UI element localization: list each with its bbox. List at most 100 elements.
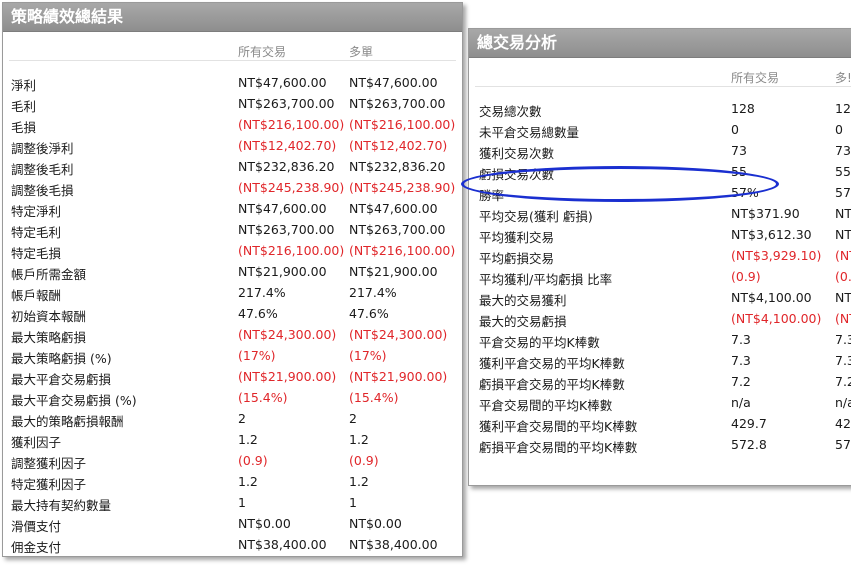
value-long: (0.9): [349, 453, 379, 468]
row-label: 虧損交易次數: [479, 167, 555, 182]
value-all-trades: 1: [238, 495, 246, 510]
value-long: NT$232,836.20: [349, 159, 446, 174]
row-label: 平均獲利交易: [479, 230, 555, 245]
column-header-all-trades: 所有交易: [238, 45, 287, 59]
value-long: 7.3: [835, 353, 851, 368]
row-label: 調整後淨利: [11, 141, 74, 156]
table-row: 初始資本報酬 47.6% 47.6%: [3, 303, 462, 324]
value-all-trades: 7.3: [731, 332, 751, 347]
table-row: 調整後毛利 NT$232,836.20 NT$232,836.20: [3, 156, 462, 177]
row-label: 虧損平倉交易間的平均K棒數: [479, 440, 638, 455]
row-label: 最大策略虧損: [11, 330, 87, 345]
row-label: 毛損: [11, 120, 37, 135]
table-row: 獲利因子 1.2 1.2: [3, 429, 462, 450]
column-header-long: 多!: [835, 71, 851, 85]
row-label: 虧損平倉交易的平均K棒數: [479, 377, 625, 392]
row-label: 滑價支付: [11, 519, 62, 534]
table-row: 最大平倉交易虧損 (%) (15.4%) (15.4%): [3, 387, 462, 408]
value-long: 1: [349, 495, 357, 510]
column-header-row: 所有交易 多!: [475, 58, 851, 87]
value-all-trades: 1.2: [238, 432, 258, 447]
value-long: 0: [835, 122, 843, 137]
value-long: (NT$12,402.70): [349, 138, 448, 153]
value-long: 57: [835, 437, 851, 452]
table-row: 帳戶所需金額 NT$21,900.00 NT$21,900.00: [3, 261, 462, 282]
value-all-trades: NT$47,600.00: [238, 75, 327, 90]
value-long: NT$0.00: [349, 516, 402, 531]
value-long: (NT$21,900.00): [349, 369, 448, 384]
row-label: 獲利因子: [11, 435, 62, 450]
value-all-trades: (NT$24,300.00): [238, 327, 337, 342]
value-all-trades: 7.2: [731, 374, 751, 389]
row-label: 帳戶所需金額: [11, 267, 87, 282]
row-label: 調整獲利因子: [11, 456, 87, 471]
value-all-trades: NT$3,612.30: [731, 227, 812, 242]
value-long: NT$263,700.00: [349, 222, 446, 237]
table-row: 最大的交易獲利 NT$4,100.00 NT: [469, 287, 851, 308]
panel-title: 總交易分析: [469, 29, 851, 58]
value-all-trades: NT$4,100.00: [731, 290, 812, 305]
value-long: (NT$24,300.00): [349, 327, 448, 342]
table-row: 獲利平倉交易間的平均K棒數 429.7 42: [469, 413, 851, 434]
table-row: 最大策略虧損 (%) (17%) (17%): [3, 345, 462, 366]
table-row: 毛利 NT$263,700.00 NT$263,700.00: [3, 93, 462, 114]
value-all-trades: (NT$21,900.00): [238, 369, 337, 384]
row-label: 最大的交易獲利: [479, 293, 567, 308]
value-all-trades: 429.7: [731, 416, 767, 431]
value-all-trades: NT$371.90: [731, 206, 800, 221]
value-long: NT$263,700.00: [349, 96, 446, 111]
table-row: 平均獲利/平均虧損 比率 (0.9) (0.: [469, 266, 851, 287]
value-long: 7.2: [835, 374, 851, 389]
table-row: 最大的交易虧損 (NT$4,100.00) (NT: [469, 308, 851, 329]
panel-title: 策略績效總結果: [3, 3, 462, 32]
value-long: NT: [835, 206, 851, 221]
value-all-trades: 128: [731, 101, 755, 116]
value-all-trades: (0.9): [238, 453, 268, 468]
value-long: 217.4%: [349, 285, 397, 300]
value-all-trades: NT$263,700.00: [238, 222, 335, 237]
table-row: 調整後淨利 (NT$12,402.70) (NT$12,402.70): [3, 135, 462, 156]
strategy-performance-panel: 策略績效總結果 所有交易 多單 淨利 NT$47,600.00 NT$47,600.…: [2, 2, 463, 557]
row-label: 特定毛利: [11, 225, 62, 240]
value-long: 42: [835, 416, 851, 431]
row-label: 平均虧損交易: [479, 251, 555, 266]
value-long: NT$38,400.00: [349, 537, 438, 552]
table-row: 虧損交易次數 55 55: [469, 161, 851, 182]
value-all-trades: NT$38,400.00: [238, 537, 327, 552]
value-all-trades: (NT$216,100.00): [238, 243, 345, 258]
column-header-all-trades: 所有交易: [731, 71, 780, 85]
value-all-trades: NT$21,900.00: [238, 264, 327, 279]
value-long: 73: [835, 143, 851, 158]
table-row: 獲利交易次數 73 73: [469, 140, 851, 161]
value-long: (NT$245,238.90): [349, 180, 456, 195]
value-all-trades: NT$232,836.20: [238, 159, 335, 174]
value-long: 47.6%: [349, 306, 389, 321]
row-label: 獲利平倉交易間的平均K棒數: [479, 419, 638, 434]
value-all-trades: 73: [731, 143, 747, 158]
value-all-trades: 1.2: [238, 474, 258, 489]
row-label: 特定淨利: [11, 204, 62, 219]
row-label: 平均交易(獲利 虧損): [479, 209, 593, 224]
value-all-trades: 47.6%: [238, 306, 278, 321]
row-label: 帳戶報酬: [11, 288, 62, 303]
row-label: 獲利平倉交易的平均K棒數: [479, 356, 625, 371]
table-row: 淨利 NT$47,600.00 NT$47,600.00: [3, 72, 462, 93]
value-all-trades: 2: [238, 411, 246, 426]
row-label: 特定毛損: [11, 246, 62, 261]
value-all-trades: 55: [731, 164, 747, 179]
value-all-trades: NT$47,600.00: [238, 201, 327, 216]
table-row: 特定毛損 (NT$216,100.00) (NT$216,100.00): [3, 240, 462, 261]
table-row: 虧損平倉交易間的平均K棒數 572.8 57: [469, 434, 851, 455]
table-row: 調整後毛損 (NT$245,238.90) (NT$245,238.90): [3, 177, 462, 198]
row-label: 最大的交易虧損: [479, 314, 567, 329]
row-label: 最大平倉交易虧損: [11, 372, 112, 387]
table-row: 交易總次數 128 12: [469, 98, 851, 119]
table-row: 平倉交易的平均K棒數 7.3 7.3: [469, 329, 851, 350]
value-long: NT: [835, 290, 851, 305]
value-all-trades: (NT$216,100.00): [238, 117, 345, 132]
value-all-trades: 572.8: [731, 437, 767, 452]
row-label: 未平倉交易總數量: [479, 125, 580, 140]
value-all-trades: (0.9): [731, 269, 761, 284]
row-label: 佣金支付: [11, 540, 62, 555]
row-label: 獲利交易次數: [479, 146, 555, 161]
